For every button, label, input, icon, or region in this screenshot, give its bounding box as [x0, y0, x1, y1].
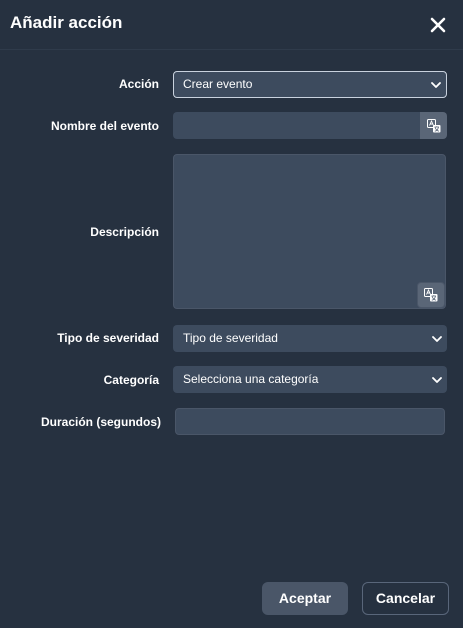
chevron-down-icon	[432, 376, 442, 383]
event-name-label: Nombre del evento	[50, 119, 159, 133]
severity-label: Tipo de severidad	[57, 331, 159, 345]
add-action-dialog: Añadir acción Acción Crear evento Nombre…	[0, 0, 463, 628]
cancel-button[interactable]: Cancelar	[362, 582, 449, 615]
duration-input[interactable]	[175, 408, 445, 435]
close-icon[interactable]	[427, 14, 449, 36]
action-select[interactable]: Crear evento	[173, 71, 447, 98]
action-label: Acción	[118, 77, 159, 91]
event-name-translate-button[interactable]	[420, 112, 447, 139]
duration-label: Duración (segundos)	[40, 415, 161, 429]
category-label: Categoría	[103, 373, 159, 387]
description-label: Descripción	[90, 225, 159, 239]
severity-select[interactable]: Tipo de severidad	[173, 325, 447, 352]
action-select-value: Crear evento	[183, 77, 253, 91]
translate-icon	[426, 118, 440, 132]
chevron-down-icon	[431, 81, 441, 88]
event-name-input[interactable]	[173, 112, 420, 139]
description-translate-button[interactable]	[417, 282, 445, 308]
severity-select-value: Tipo de severidad	[183, 331, 278, 345]
category-select[interactable]: Selecciona una categoría	[173, 366, 447, 393]
chevron-down-icon	[432, 335, 442, 342]
accept-button[interactable]: Aceptar	[262, 582, 348, 615]
category-select-value: Selecciona una categoría	[183, 372, 319, 386]
translate-icon	[424, 288, 438, 302]
dialog-title: Añadir acción	[10, 13, 123, 32]
description-textarea[interactable]	[173, 154, 446, 309]
dialog-header: Añadir acción	[0, 0, 463, 50]
